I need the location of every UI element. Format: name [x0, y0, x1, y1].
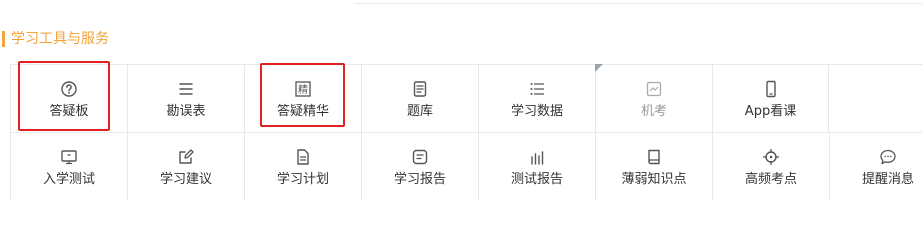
tool-label: 入学测试 — [42, 172, 95, 187]
tool-label: 学习建议 — [159, 172, 212, 187]
tool-qa-highlights[interactable]: 精 答疑精华 — [244, 65, 361, 132]
jing-badge-icon: 精 — [294, 80, 312, 98]
tool-label: 学习报告 — [393, 172, 446, 187]
tool-computer-exam[interactable]: 机考 — [595, 64, 712, 132]
svg-text:精: 精 — [298, 83, 308, 96]
tool-label: 答疑精华 — [276, 104, 329, 119]
message-square-icon — [411, 148, 429, 166]
tool-question-bank[interactable]: 题库 — [361, 65, 478, 132]
tool-label: 勘误表 — [166, 104, 206, 119]
tool-study-advice[interactable]: 学习建议 — [127, 133, 244, 200]
question-circle-icon — [60, 80, 78, 98]
tool-label: 测试报告 — [510, 172, 563, 187]
tool-key-exam-points[interactable]: 高频考点 — [712, 133, 829, 200]
tool-app-course[interactable]: App看课 — [712, 65, 829, 132]
tool-errata[interactable]: 勘误表 — [127, 65, 244, 132]
tool-label: 学习计划 — [276, 172, 329, 187]
tools-row-2: 入学测试 学习建议 学习计划 学习报告 测试报告 薄弱知识点 高频考点 提醒消息 — [10, 132, 922, 200]
section-accent-bar — [2, 31, 5, 47]
section-header: 学习工具与服务 — [0, 30, 109, 48]
chat-bubble-icon — [879, 148, 897, 166]
book-icon — [645, 148, 663, 166]
tools-row-1: 答疑板 勘误表 精 答疑精华 题库 学习数据 机考 App看课 — [10, 64, 922, 132]
monitor-chart-icon — [645, 80, 663, 98]
tool-label: App看课 — [744, 104, 797, 119]
mobile-phone-icon — [762, 80, 780, 98]
tool-reminder-messages[interactable]: 提醒消息 — [829, 133, 922, 200]
tool-label: 提醒消息 — [861, 172, 914, 187]
monitor-icon — [60, 148, 78, 166]
target-icon — [762, 148, 780, 166]
list-lines-icon — [177, 80, 195, 98]
tool-label: 薄弱知识点 — [621, 172, 687, 187]
tool-label: 高频考点 — [744, 172, 797, 187]
tool-weak-points[interactable]: 薄弱知识点 — [595, 133, 712, 200]
file-text-icon — [294, 148, 312, 166]
tool-label: 答疑板 — [49, 104, 89, 119]
bullet-list-icon — [528, 80, 546, 98]
edit-icon — [177, 148, 195, 166]
corner-marker — [595, 64, 603, 72]
tool-test-report[interactable]: 测试报告 — [478, 133, 595, 200]
tool-label: 学习数据 — [510, 104, 563, 119]
tool-label: 机考 — [640, 104, 667, 119]
tool-qa-board[interactable]: 答疑板 — [10, 65, 127, 132]
tool-study-plan[interactable]: 学习计划 — [244, 133, 361, 200]
bar-chart-icon — [528, 148, 546, 166]
tool-study-report[interactable]: 学习报告 — [361, 133, 478, 200]
top-divider — [355, 3, 922, 4]
section-title: 学习工具与服务 — [11, 31, 109, 47]
document-list-icon — [411, 80, 429, 98]
tools-grid: 答疑板 勘误表 精 答疑精华 题库 学习数据 机考 App看课 入学测试 学习建… — [10, 64, 922, 200]
tool-study-data[interactable]: 学习数据 — [478, 65, 595, 132]
tool-entrance-test[interactable]: 入学测试 — [10, 133, 127, 200]
tool-label: 题库 — [406, 104, 433, 119]
